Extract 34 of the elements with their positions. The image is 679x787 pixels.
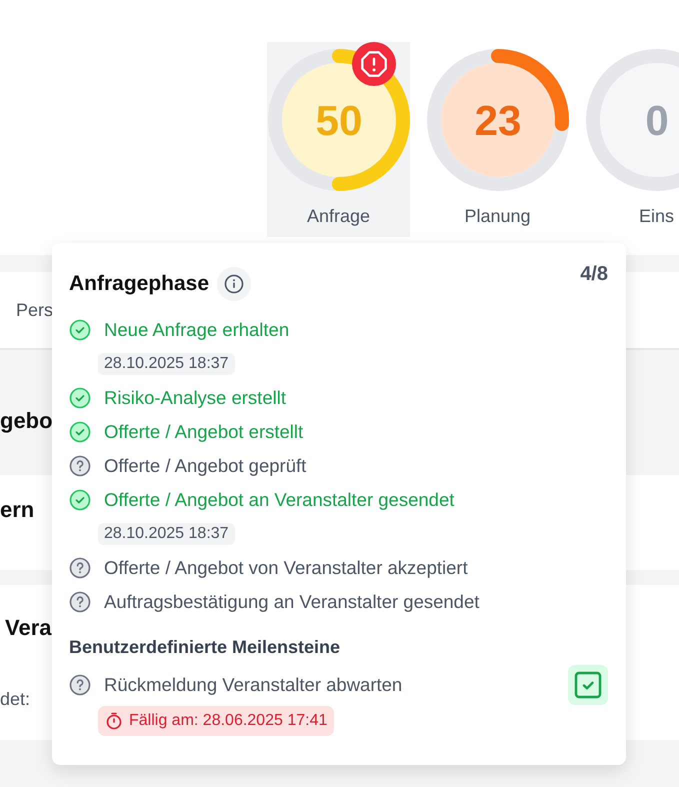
phase-label: Anfrage — [306, 206, 370, 227]
info-icon — [224, 274, 244, 294]
timer-icon — [105, 712, 123, 730]
tab-label[interactable]: Pers — [16, 300, 54, 320]
checkbox-icon — [574, 671, 602, 699]
milestone-label: Rückmeldung Veranstalter abwarten — [104, 674, 402, 696]
alert-icon — [360, 50, 388, 78]
milestone-label: Neue Anfrage erhalten — [104, 319, 290, 341]
phase-label: Eins — [638, 206, 674, 227]
phase-label: Planung — [464, 206, 531, 227]
milestone-label: Risiko-Analyse erstellt — [104, 387, 286, 409]
date-chip: 28.10.2025 18:37 — [98, 523, 235, 545]
count-value: 50 — [315, 97, 362, 144]
milestone-label: Offerte / Angebot erstellt — [104, 421, 304, 443]
due-date-chip: Fällig am: 28.06.2025 17:41 — [98, 706, 334, 736]
milestone-label: Offerte / Angebot von Veranstalter akzeptiert — [104, 557, 468, 579]
card-detail: det: — [0, 689, 32, 710]
milestone-label: Auftragsbestätigung an Veranstalter gesendet — [104, 591, 480, 613]
milestone-label: Offerte / Angebot an Veranstalter gesendet — [104, 489, 454, 511]
row-title: gebo — [0, 408, 53, 434]
date-chip: 28.10.2025 18:37 — [98, 353, 235, 375]
milestone-label: Offerte / Angebot geprüft — [104, 455, 306, 477]
count-value: 23 — [474, 97, 521, 144]
count-value: 0 — [644, 97, 668, 144]
popover-title: Anfragephase — [69, 272, 210, 296]
phase-tile[interactable]: 50 Anfrage — [267, 42, 410, 237]
row-title: ern — [0, 497, 34, 523]
phase-tile[interactable]: 0 Eins — [585, 42, 679, 237]
section-heading: Benutzerdefinierte Meilensteine — [69, 637, 342, 658]
info-button[interactable] — [217, 267, 252, 301]
complete-checkbox[interactable] — [568, 665, 608, 705]
progress-count: 4/8 — [580, 263, 608, 286]
card-title: Vera — [5, 615, 53, 641]
phase-tile[interactable]: 23 Planung — [426, 42, 569, 237]
